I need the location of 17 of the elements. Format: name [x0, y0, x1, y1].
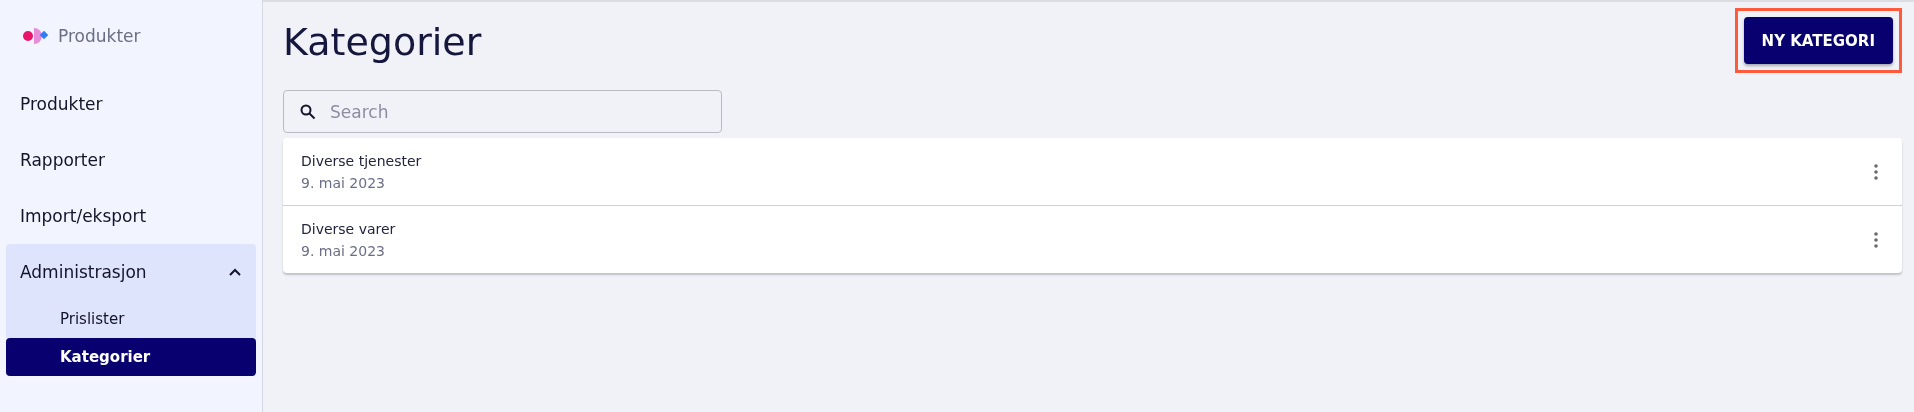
- chevron-up-icon: [228, 267, 242, 277]
- nav-subitem[interactable]: Kategorier: [6, 338, 256, 376]
- nav-item[interactable]: Import/eksport: [6, 188, 256, 244]
- category-name: Diverse tjenester: [301, 152, 422, 169]
- category-date: 9. mai 2023: [301, 174, 386, 191]
- page-title: Kategorier: [283, 20, 482, 64]
- nav-subitem[interactable]: Prislister: [6, 300, 256, 338]
- search-field[interactable]: Search: [283, 90, 722, 133]
- nav-item[interactable]: Produkter: [6, 76, 256, 132]
- app-name: Produkter: [58, 26, 141, 46]
- search-input[interactable]: Search: [328, 100, 721, 123]
- new-category-button[interactable]: NY KATEGORI: [1743, 17, 1893, 64]
- category-date: 9. mai 2023: [301, 242, 386, 259]
- category-name: Diverse varer: [301, 220, 396, 237]
- nav-item[interactable]: Administrasjon: [6, 244, 256, 300]
- nav-item[interactable]: Rapporter: [6, 132, 256, 188]
- search-icon: [300, 103, 316, 120]
